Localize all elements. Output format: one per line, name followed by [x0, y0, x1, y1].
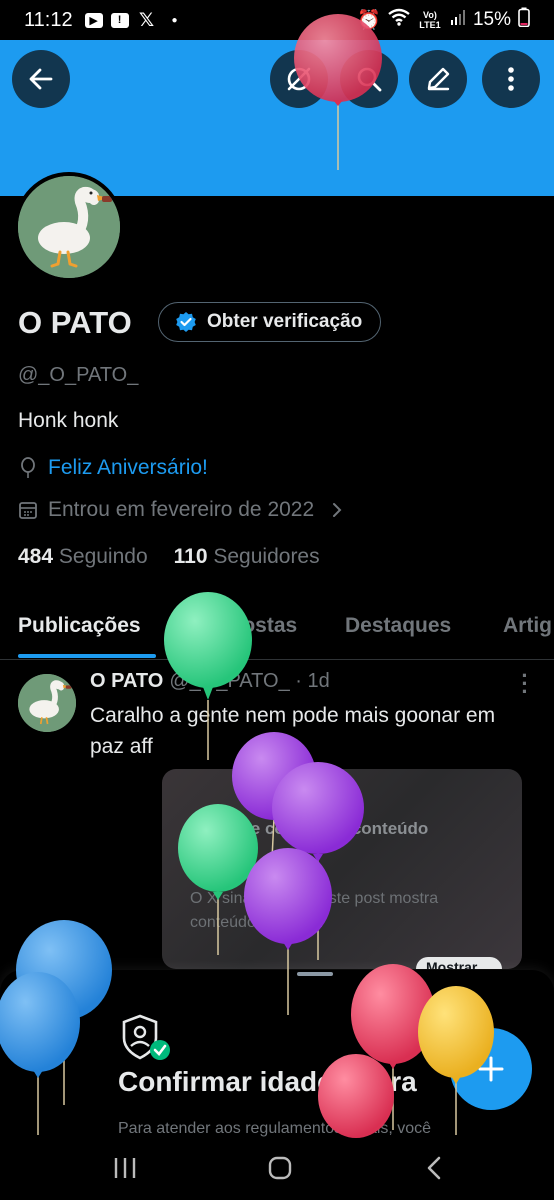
arrow-left-icon	[29, 68, 53, 90]
wifi-icon	[388, 8, 410, 32]
search-icon	[357, 67, 382, 92]
show-media-button[interactable]: Mostrar	[416, 957, 502, 969]
balloon-icon	[21, 457, 35, 478]
profile-name: O PATO	[18, 305, 132, 340]
pencil-icon	[427, 67, 450, 91]
media-warning-title: Aviso de conteúdo: conteúdo sensível	[190, 819, 429, 862]
sheet-title: Confirmar idade agora	[118, 1066, 417, 1097]
birthday-row: Feliz Aniversário!	[18, 456, 208, 480]
tab-artigos[interactable]: Artig	[503, 614, 552, 638]
post-meta: @_O_PATO_ · 1d	[169, 670, 330, 692]
dot-icon: ●	[171, 14, 178, 26]
grok-icon	[287, 67, 311, 91]
follow-stats: 484 Seguindo 110 Seguidores	[18, 545, 320, 569]
get-verified-button[interactable]: Obter verificação	[158, 302, 382, 342]
post-text: Caralho a gente nem pode mais goonar em …	[90, 704, 496, 758]
post-avatar[interactable]	[18, 674, 76, 732]
x-logo-icon: 𝕏	[138, 9, 155, 31]
compose-post-button[interactable]	[450, 1028, 532, 1110]
alarm-icon: ⏰	[357, 10, 381, 31]
post-more-icon[interactable]: · · ·	[518, 665, 532, 703]
status-bar: 11:12 ▶ ! 𝕏 ● ⏰ Vo) LTE1 15%	[0, 0, 554, 40]
search-button[interactable]	[340, 50, 398, 108]
media-warning-desc: O X sinalizou que este post mostra conte…	[190, 890, 439, 931]
goose-avatar	[18, 176, 120, 278]
sensitive-media[interactable]: Aviso de conteúdo: conteúdo sensível O X…	[162, 769, 522, 969]
android-nav-bar	[0, 1138, 554, 1200]
followers-count: 110	[173, 545, 208, 568]
home-icon[interactable]	[266, 1154, 294, 1182]
following-label: Seguindo	[58, 545, 148, 568]
battery-icon	[518, 7, 530, 33]
tab-respostas[interactable]: Respostas	[191, 614, 297, 638]
edit-button[interactable]	[409, 50, 467, 108]
goose-image	[18, 176, 120, 278]
calendar-icon	[19, 502, 37, 519]
plus-icon	[478, 1056, 504, 1082]
battery-percent: 15%	[472, 9, 511, 30]
back-button[interactable]	[12, 50, 70, 108]
get-verified-label: Obter verificação	[207, 311, 363, 332]
active-tab-indicator	[18, 654, 156, 658]
chevron-right-icon	[333, 503, 342, 517]
status-time: 11:12	[24, 8, 73, 31]
joined-row[interactable]: Entrou em fevereiro de 2022	[18, 498, 344, 522]
signal-icon	[450, 9, 466, 31]
following-link[interactable]: 484 Seguindo	[18, 545, 148, 569]
more-vertical-icon	[508, 67, 514, 91]
sheet-body-text: Para atender aos regulamentos legais, vo…	[118, 1120, 432, 1137]
verified-badge-icon	[176, 312, 196, 332]
profile-tabs: Publicações Respostas Destaques Artig	[0, 600, 554, 660]
goose-image	[18, 674, 76, 732]
post-author[interactable]: O PATO	[90, 670, 163, 693]
back-nav-icon[interactable]	[424, 1154, 444, 1182]
youtube-icon: ▶	[84, 12, 103, 28]
recent-apps-icon[interactable]	[112, 1156, 138, 1180]
followers-link[interactable]: 110 Seguidores	[174, 545, 320, 569]
profile-handle: @_O_PATO_	[18, 364, 139, 386]
alert-icon: !	[110, 12, 129, 28]
profile-bio: Honk honk	[18, 409, 119, 432]
post-header: O PATO @_O_PATO_ · 1d	[90, 670, 330, 693]
lte-icon: Vo) LTE1	[419, 10, 441, 30]
more-options-button[interactable]	[482, 50, 540, 108]
grok-button[interactable]	[270, 50, 328, 108]
tab-destaques[interactable]: Destaques	[345, 614, 451, 638]
following-count: 484	[18, 545, 54, 568]
sheet-drag-handle[interactable]	[297, 972, 333, 976]
followers-label: Seguidores	[213, 545, 320, 568]
profile-avatar[interactable]	[14, 172, 124, 282]
id-shield-icon	[122, 1014, 170, 1060]
joined-date: Entrou em fevereiro de 2022	[48, 498, 315, 521]
tab-publicacoes[interactable]: Publicações	[18, 614, 141, 638]
birthday-link[interactable]: Feliz Aniversário!	[48, 456, 208, 480]
